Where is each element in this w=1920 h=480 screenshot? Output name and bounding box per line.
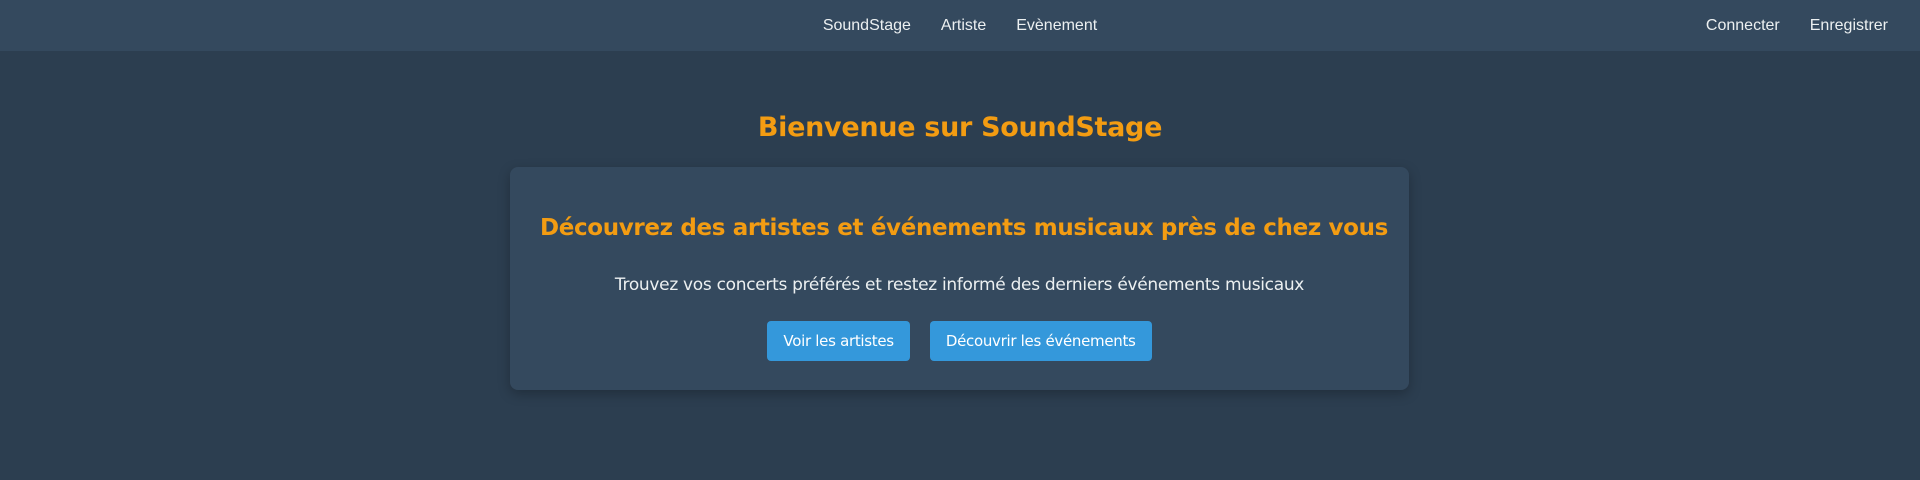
hero-button-group: Voir les artistes Découvrir les événemen…: [510, 321, 1409, 361]
hero-card: Découvrez des artistes et événements mus…: [510, 167, 1409, 390]
auth-links: Connecter Enregistrer: [1706, 0, 1888, 51]
nav-link-evenement[interactable]: Evènement: [1016, 17, 1097, 35]
top-navbar: SoundStage Artiste Evènement Connecter E…: [0, 0, 1920, 51]
nav-link-artiste[interactable]: Artiste: [941, 17, 986, 35]
discover-events-button[interactable]: Découvrir les événements: [929, 321, 1152, 361]
hero-heading: Découvrez des artistes et événements mus…: [540, 215, 1388, 241]
main-nav-links: SoundStage Artiste Evènement: [0, 0, 1920, 51]
view-artists-button[interactable]: Voir les artistes: [767, 321, 910, 361]
nav-link-soundstage[interactable]: SoundStage: [823, 17, 911, 35]
hero-subtitle: Trouvez vos concerts préférés et restez …: [614, 275, 1305, 295]
register-link[interactable]: Enregistrer: [1810, 17, 1888, 35]
page-title: Bienvenue sur SoundStage: [757, 112, 1163, 143]
login-link[interactable]: Connecter: [1706, 17, 1780, 35]
